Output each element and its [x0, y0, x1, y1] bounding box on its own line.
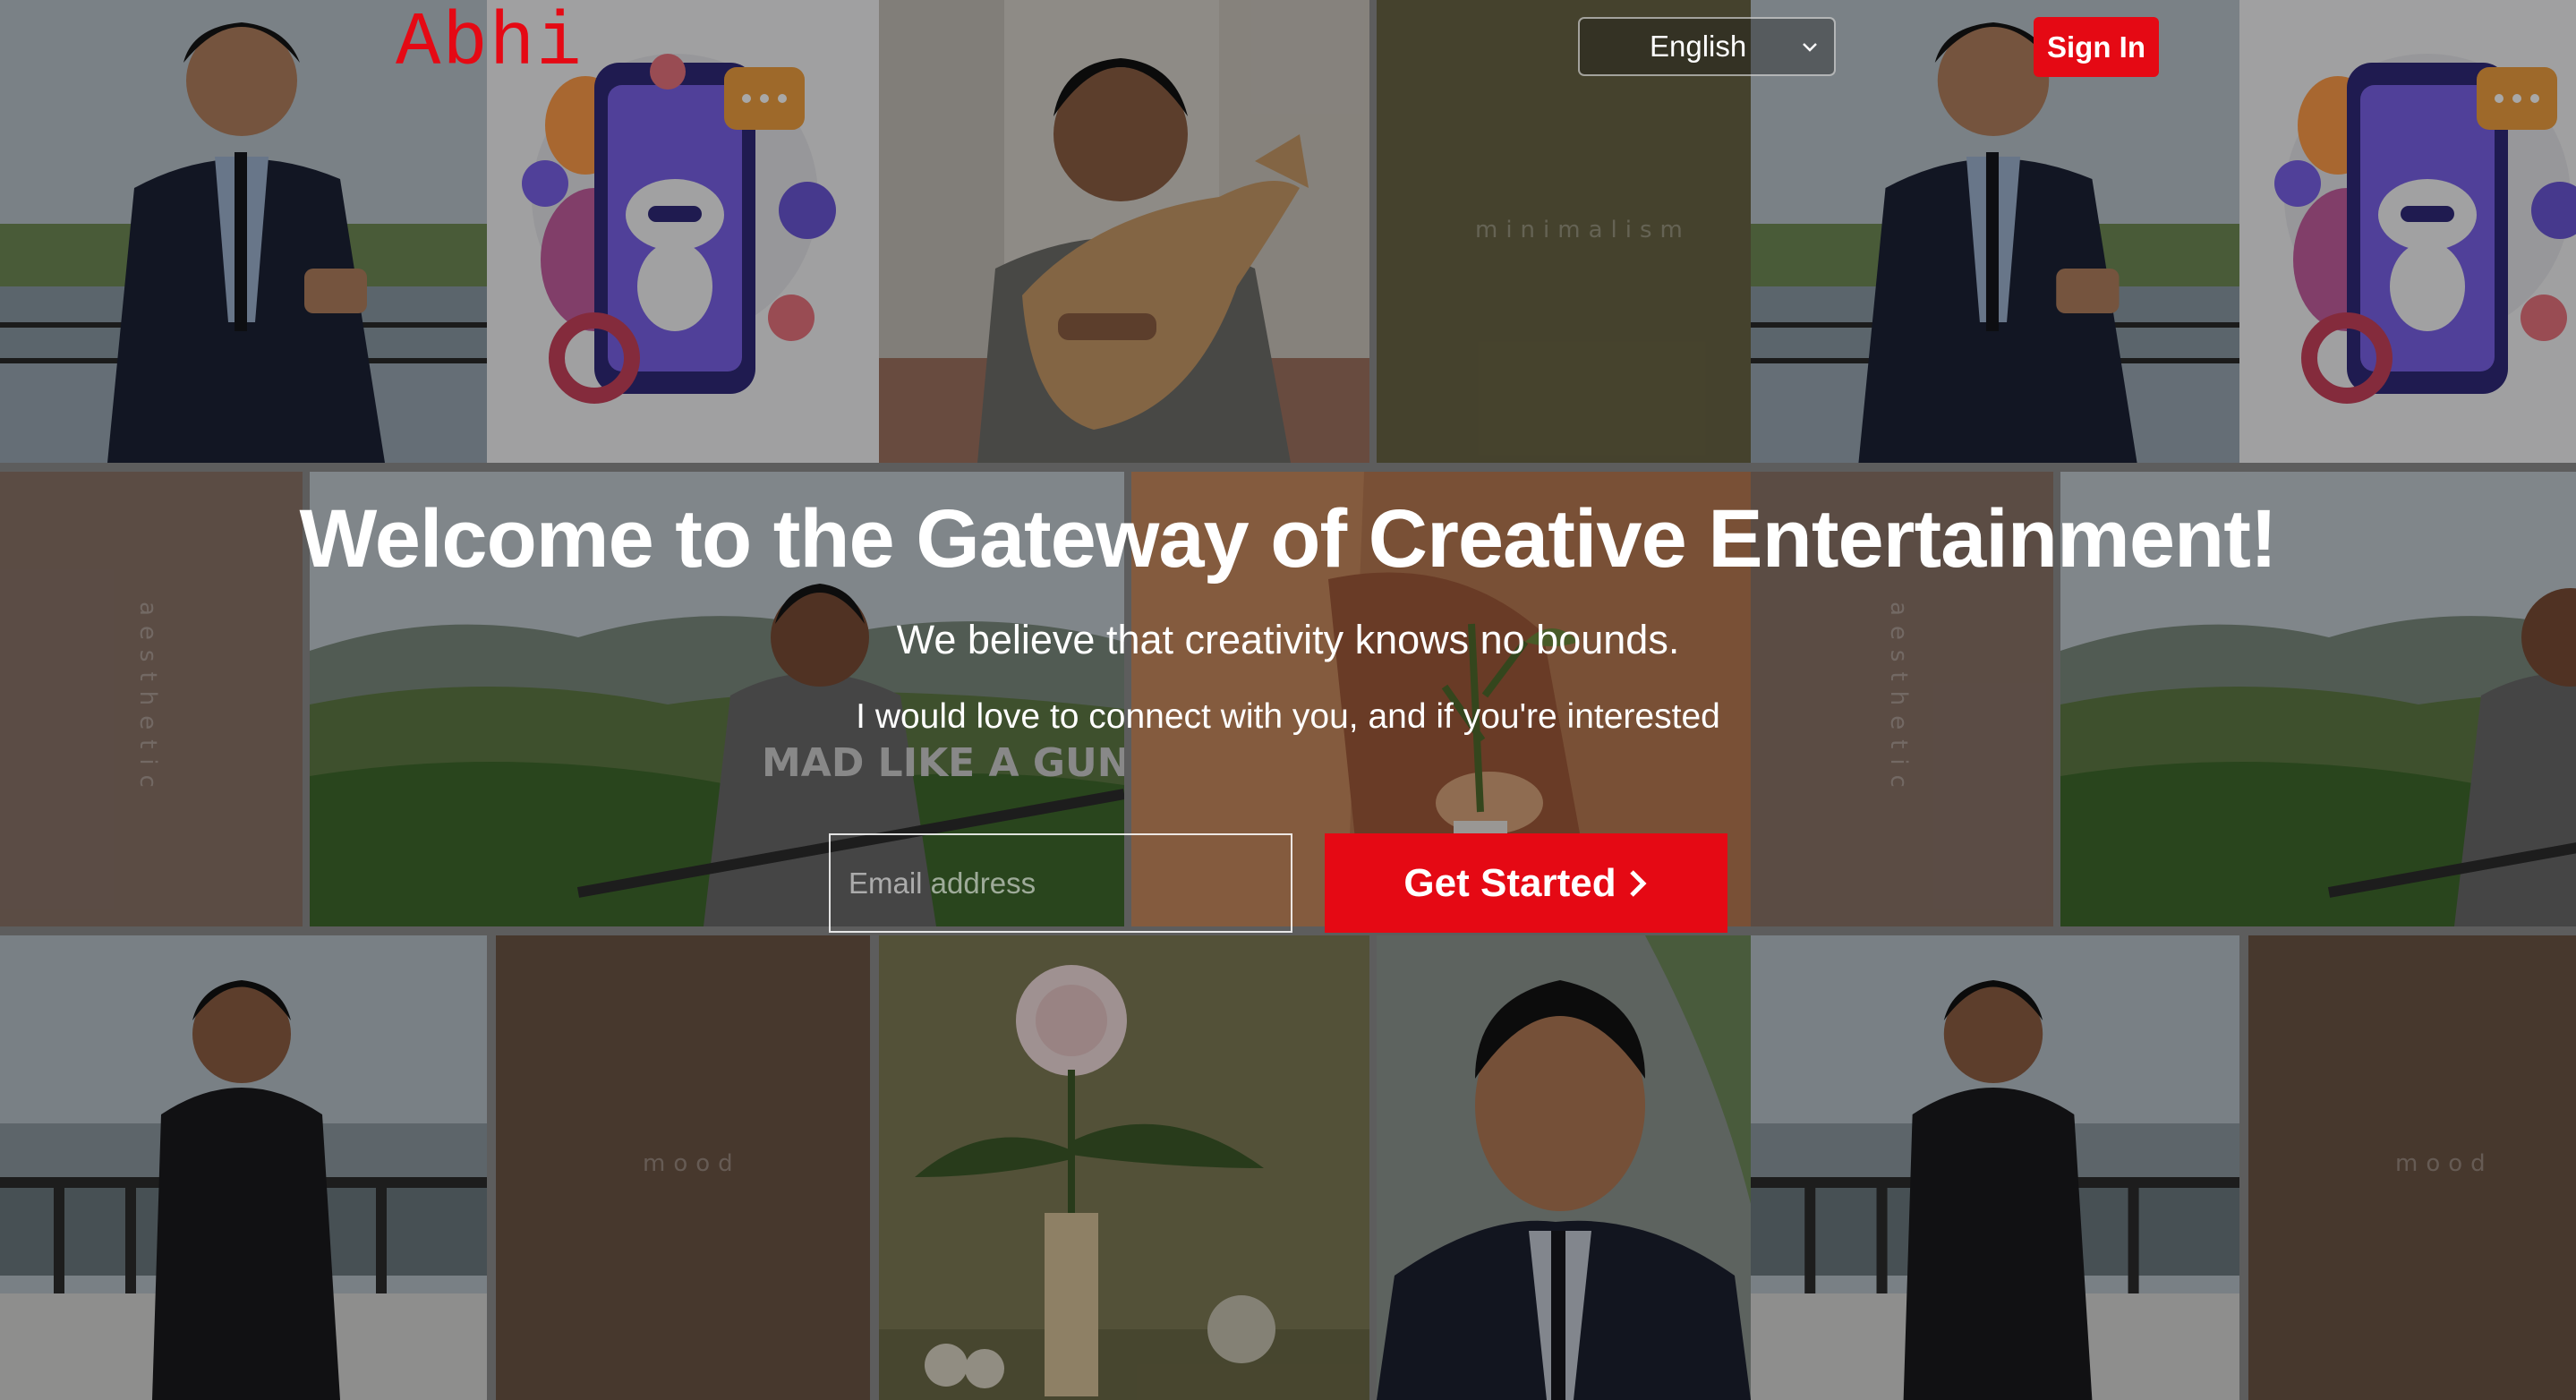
- chevron-down-icon: [1803, 43, 1817, 52]
- brand-logo[interactable]: Abhi: [396, 7, 584, 82]
- get-started-label: Get Started: [1403, 860, 1616, 905]
- hero-subtitle: We believe that creativity knows no boun…: [896, 617, 1680, 662]
- language-select[interactable]: English: [1578, 17, 1836, 76]
- landing-page: minimalism aesthetic MAD LIKE A GUN aest…: [0, 0, 2576, 1400]
- hero-title: Welcome to the Gateway of Creative Enter…: [299, 493, 2278, 585]
- chevron-right-icon: [1629, 869, 1647, 897]
- sign-in-button[interactable]: Sign In: [2034, 17, 2159, 77]
- get-started-button[interactable]: Get Started: [1325, 833, 1727, 933]
- email-field[interactable]: [829, 833, 1292, 933]
- hero-tagline: I would love to connect with you, and if…: [856, 697, 1720, 736]
- language-select-value: English: [1650, 30, 1747, 63]
